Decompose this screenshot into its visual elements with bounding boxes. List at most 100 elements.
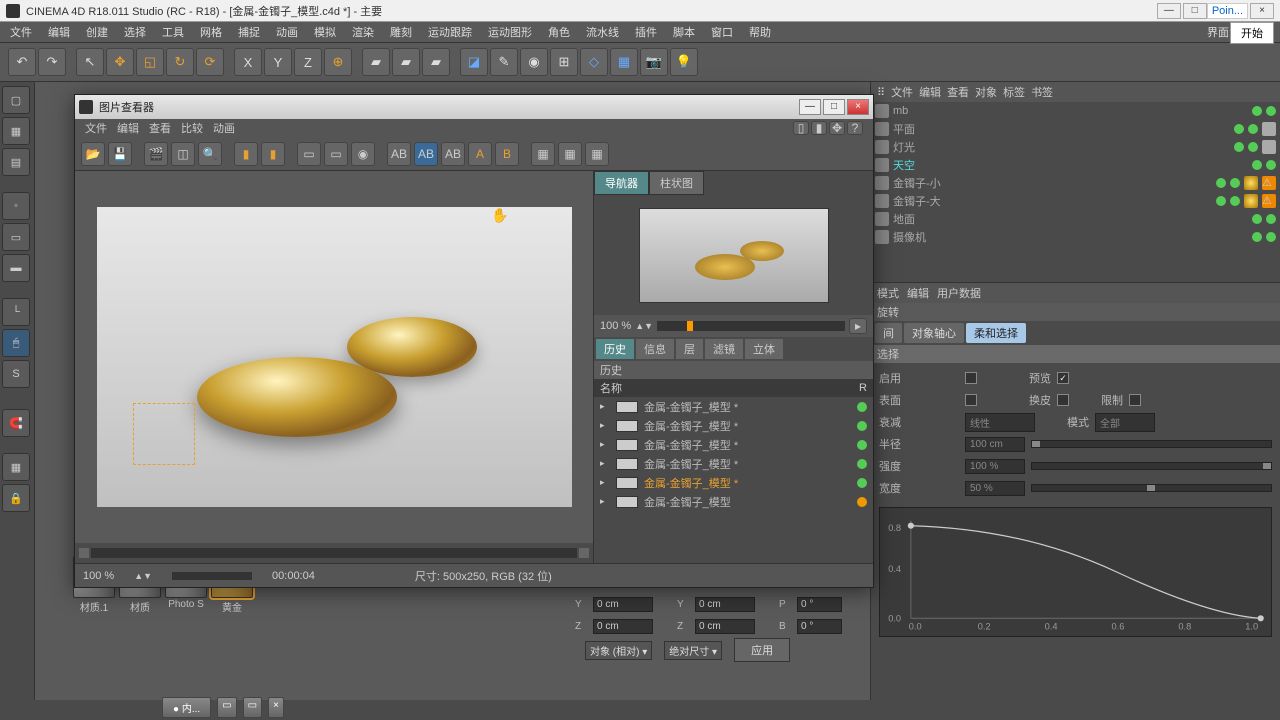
coord-mode1-select[interactable]: 对象 (相对) ▾	[585, 641, 652, 660]
pv-maximize-button[interactable]: □	[823, 99, 845, 115]
taskbar-item[interactable]: ● 内...	[162, 697, 211, 718]
falloff-curve[interactable]: 0.0 0.4 0.8 0.0 0.2 0.4 0.6 0.8 1.0	[879, 507, 1272, 637]
width-slider[interactable]	[1031, 484, 1272, 492]
apply-button[interactable]: 应用	[734, 638, 790, 662]
expand-icon[interactable]: ▸	[600, 477, 610, 488]
radius-slider[interactable]	[1031, 440, 1272, 448]
history-row-2[interactable]: ▸金属-金镯子_模型 *	[594, 435, 873, 454]
array-icon[interactable]: ⊞	[550, 48, 578, 76]
radius-input[interactable]: 100 cm	[965, 437, 1025, 452]
cube-icon[interactable]: ◪	[460, 48, 488, 76]
menu-17[interactable]: 窗口	[705, 22, 739, 42]
limit-checkbox[interactable]	[1129, 394, 1141, 406]
render-region-icon[interactable]: ▰	[392, 48, 420, 76]
pv-titlebar[interactable]: 图片查看器 — □ ×	[75, 95, 873, 119]
menu-11[interactable]: 运动跟踪	[422, 22, 478, 42]
obj-row-5[interactable]: 金镯子-大 ⚠	[871, 192, 1280, 210]
pv-hscrollbar[interactable]	[75, 543, 593, 563]
hist-tab-0[interactable]: 历史	[596, 339, 634, 359]
pv-ab3-icon[interactable]: AB	[441, 142, 465, 166]
scroll-right-icon[interactable]	[579, 548, 589, 558]
axis-y-icon[interactable]: Y	[264, 48, 292, 76]
maximize-button[interactable]: □	[1183, 3, 1207, 19]
strength-slider[interactable]	[1031, 462, 1272, 470]
pv-menu-3[interactable]: 比较	[181, 120, 203, 136]
pv-menu-0[interactable]: 文件	[85, 120, 107, 136]
expand-icon[interactable]: ▸	[600, 420, 610, 431]
hist-tab-4[interactable]: 立体	[745, 339, 783, 359]
pv-compare-icon[interactable]: ◫	[171, 142, 195, 166]
pv-magnify-icon[interactable]: 🔍	[198, 142, 222, 166]
obj-menu-5[interactable]: 书签	[1031, 84, 1053, 100]
coord-z-input[interactable]	[593, 619, 653, 634]
pv-opts-icon[interactable]: ?	[847, 121, 863, 135]
menu-1[interactable]: 编辑	[42, 22, 76, 42]
pv-render-view[interactable]	[75, 171, 593, 543]
coord-z2-input[interactable]	[695, 619, 755, 634]
surface-checkbox[interactable]	[965, 394, 977, 406]
pv-person-icon[interactable]: ◉	[351, 142, 375, 166]
pv-move-icon[interactable]: ✥	[829, 121, 845, 135]
mat-tag[interactable]	[1262, 140, 1276, 154]
pv-grid2-icon[interactable]: ▦	[558, 142, 582, 166]
menu-15[interactable]: 插件	[629, 22, 663, 42]
render-dot[interactable]	[1230, 196, 1240, 206]
attr-menu-0[interactable]: 模式	[877, 285, 899, 301]
pv-grid1-icon[interactable]: ▦	[531, 142, 555, 166]
obj-row-0[interactable]: mb	[871, 102, 1280, 120]
vis-dot[interactable]	[1234, 124, 1244, 134]
obj-row-6[interactable]: 地面	[871, 210, 1280, 228]
obj-row-7[interactable]: 摄像机	[871, 228, 1280, 246]
strength-input[interactable]: 100 %	[965, 459, 1025, 474]
render-dot[interactable]	[1266, 106, 1276, 116]
mode-select[interactable]: 全部	[1095, 413, 1155, 432]
edge-mode-icon[interactable]: ▭	[2, 223, 30, 251]
attr-menu-1[interactable]: 编辑	[907, 285, 929, 301]
falloff-select[interactable]: 线性	[965, 413, 1035, 432]
pv-nav2-icon[interactable]: ▮	[261, 142, 285, 166]
pv-close-button[interactable]: ×	[847, 99, 869, 115]
minimize-button[interactable]: —	[1157, 3, 1181, 19]
pv-grid3-icon[interactable]: ▦	[585, 142, 609, 166]
expand-icon[interactable]: ▸	[600, 458, 610, 469]
redo-icon[interactable]: ↷	[38, 48, 66, 76]
menu-9[interactable]: 渲染	[346, 22, 380, 42]
pv-layout-icon[interactable]: ▯	[793, 121, 809, 135]
vis-dot[interactable]	[1252, 232, 1262, 242]
render-dot[interactable]	[1266, 232, 1276, 242]
deformer-icon[interactable]: ◇	[580, 48, 608, 76]
render-dot[interactable]	[1266, 160, 1276, 170]
history-row-5[interactable]: ▸金属-金镯子_模型	[594, 492, 873, 511]
enable-checkbox[interactable]	[965, 372, 977, 384]
menu-7[interactable]: 动画	[270, 22, 304, 42]
poin-tag[interactable]: Poin...	[1207, 3, 1248, 19]
pv-fit-icon[interactable]: ▭	[297, 142, 321, 166]
taskbar-btn1[interactable]: ▭	[217, 697, 236, 718]
obj-menu-0[interactable]: 文件	[891, 84, 913, 100]
vis-dot[interactable]	[1234, 142, 1244, 152]
snap-icon[interactable]: S	[2, 360, 30, 388]
obj-row-3[interactable]: 天空	[871, 156, 1280, 174]
menu-18[interactable]: 帮助	[743, 22, 777, 42]
mouse-icon[interactable]: 🖱	[2, 329, 30, 357]
world-icon[interactable]: ⊕	[324, 48, 352, 76]
pv-save-icon[interactable]: 💾	[108, 142, 132, 166]
pv-menu-1[interactable]: 编辑	[117, 120, 139, 136]
rotate2-icon[interactable]: ⟳	[196, 48, 224, 76]
axis-lock-icon[interactable]: └	[2, 298, 30, 326]
mat-tag[interactable]	[1244, 176, 1258, 190]
history-row-4[interactable]: ▸金属-金镯子_模型 *	[594, 473, 873, 492]
menu-13[interactable]: 角色	[542, 22, 576, 42]
light-icon[interactable]: 💡	[670, 48, 698, 76]
menu-0[interactable]: 文件	[4, 22, 38, 42]
attr-menu-2[interactable]: 用户数据	[937, 285, 981, 301]
tab-navigator[interactable]: 导航器	[594, 171, 649, 195]
pv-open-icon[interactable]: 📂	[81, 142, 105, 166]
expand-icon[interactable]: ▸	[600, 401, 610, 412]
pv-zoom-slider[interactable]	[657, 321, 845, 331]
attr-tab-0[interactable]: 间	[875, 323, 902, 343]
vis-dot[interactable]	[1252, 214, 1262, 224]
workplane-icon[interactable]: ▤	[2, 148, 30, 176]
menu-3[interactable]: 选择	[118, 22, 152, 42]
menu-14[interactable]: 流水线	[580, 22, 625, 42]
